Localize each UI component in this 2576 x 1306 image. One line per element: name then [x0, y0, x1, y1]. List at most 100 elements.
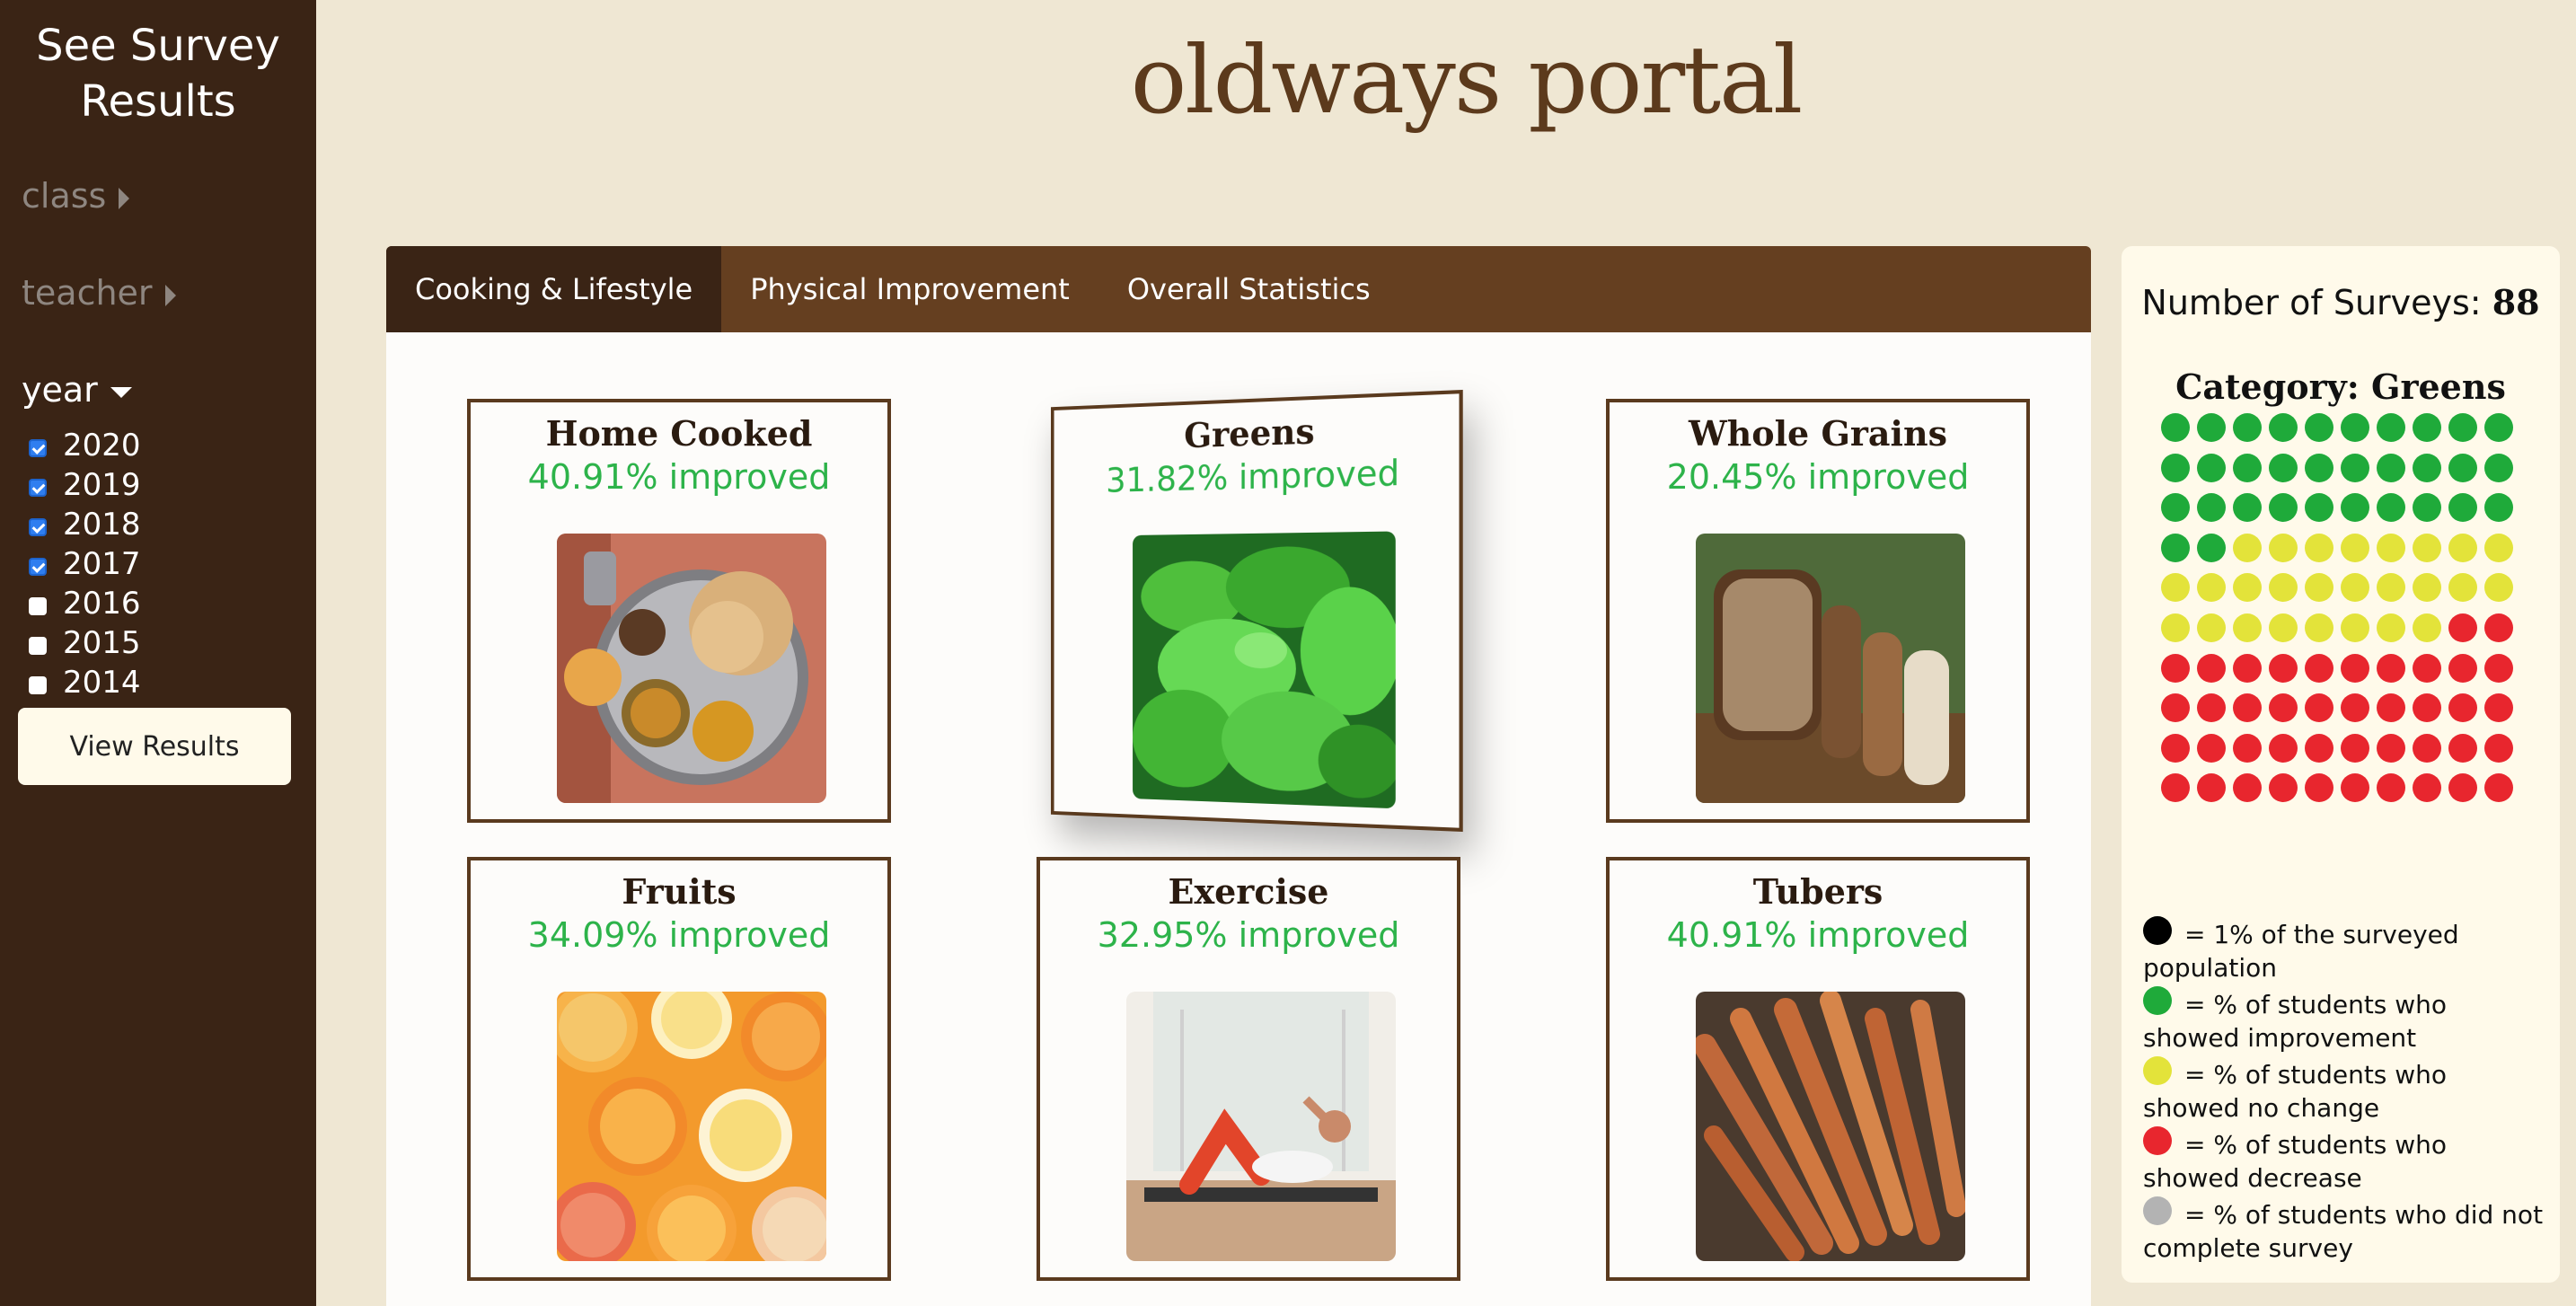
- dot-improved: [2269, 453, 2298, 482]
- carrots-photo: [1696, 992, 1965, 1261]
- dot-decrease: [2377, 733, 2405, 763]
- dot-no-change: [2269, 533, 2298, 562]
- tab-cooking-lifestyle[interactable]: Cooking & Lifestyle: [386, 246, 722, 332]
- checkbox-2014[interactable]: [29, 676, 47, 694]
- year-option-2018[interactable]: 2018: [29, 505, 141, 544]
- dot-improved: [2233, 453, 2262, 482]
- card-title: Home Cooked: [545, 413, 813, 454]
- card-whole-grains[interactable]: Whole Grains 20.45% improved: [1606, 399, 2030, 823]
- card-greens[interactable]: Greens 31.82% improved: [1050, 389, 1463, 833]
- year-option-2020[interactable]: 2020: [29, 426, 141, 465]
- year-filter[interactable]: year: [22, 370, 132, 410]
- dot-decrease: [2448, 613, 2477, 642]
- dot-decrease: [2269, 653, 2298, 683]
- card-improvement-stat: 40.91% improved: [1666, 915, 1970, 955]
- dot-no-change: [2233, 533, 2262, 562]
- checkbox-2019[interactable]: [29, 479, 47, 497]
- dot-decrease: [2197, 653, 2226, 683]
- year-option-2016[interactable]: 2016: [29, 584, 141, 623]
- dot-no-change: [2197, 613, 2226, 642]
- sidebar: See Survey Results class teacher year 20…: [0, 0, 316, 1306]
- dot-decrease: [2341, 733, 2369, 763]
- dot-decrease: [2161, 693, 2190, 723]
- legend-item: = % of students who showed improvement: [2143, 986, 2547, 1055]
- year-option-2015[interactable]: 2015: [29, 623, 141, 663]
- dot-no-change: [2341, 613, 2369, 642]
- dot-decrease: [2233, 653, 2262, 683]
- card-exercise[interactable]: Exercise 32.95% improved: [1037, 857, 1460, 1281]
- dot-no-change: [2341, 573, 2369, 603]
- dot-decrease: [2269, 693, 2298, 723]
- dot-decrease: [2161, 653, 2190, 683]
- dot-no-change: [2269, 613, 2298, 642]
- card-title: Fruits: [622, 871, 737, 912]
- dot-decrease: [2233, 773, 2262, 803]
- bread-photo: [1696, 534, 1965, 803]
- year-checkbox-list: 2020 2019 2018 2017 2016 2015 2014: [29, 426, 141, 702]
- dot-no-change: [2377, 533, 2405, 562]
- dot-decrease: [2484, 693, 2513, 723]
- class-filter[interactable]: class: [22, 176, 130, 216]
- dot-no-change: [2448, 573, 2477, 603]
- checkbox-2015[interactable]: [29, 637, 47, 655]
- year-option-2019[interactable]: 2019: [29, 465, 141, 505]
- dot-decrease: [2341, 653, 2369, 683]
- dot-decrease: [2448, 773, 2477, 803]
- dot-no-change: [2305, 573, 2333, 603]
- dot-decrease: [2413, 733, 2441, 763]
- dot-decrease: [2377, 653, 2405, 683]
- dot-decrease: [2269, 773, 2298, 803]
- dot-improved: [2448, 493, 2477, 523]
- checkbox-2016[interactable]: [29, 597, 47, 615]
- sidebar-title: See Survey Results: [36, 21, 280, 127]
- card-improvement-stat: 40.91% improved: [527, 457, 831, 497]
- dot-improved: [2413, 493, 2441, 523]
- survey-count: Number of Surveys: 88: [2122, 282, 2560, 322]
- teacher-filter[interactable]: teacher: [22, 273, 176, 313]
- card-tubers[interactable]: Tubers 40.91% improved: [1606, 857, 2030, 1281]
- legend-text: = % of students who did not complete sur…: [2143, 1200, 2544, 1263]
- dot-decrease: [2341, 773, 2369, 803]
- year-option-2017[interactable]: 2017: [29, 544, 141, 584]
- dot-decrease: [2233, 733, 2262, 763]
- dot-no-change: [2161, 613, 2190, 642]
- card-home-cooked[interactable]: Home Cooked 40.91% improved: [467, 399, 891, 823]
- dot-decrease: [2305, 653, 2333, 683]
- dot-improved: [2484, 493, 2513, 523]
- dot-decrease: [2269, 733, 2298, 763]
- card-improvement-stat: 32.95% improved: [1097, 915, 1400, 955]
- card-title: Greens: [1184, 410, 1315, 456]
- dot-improved: [2161, 533, 2190, 562]
- legend-item: = 1% of the surveyed population: [2143, 916, 2547, 984]
- legend-item: = % of students who showed no change: [2143, 1056, 2547, 1125]
- card-title: Exercise: [1168, 871, 1329, 912]
- dot-no-change: [2233, 613, 2262, 642]
- card-fruits[interactable]: Fruits 34.09% improved: [467, 857, 891, 1281]
- dot-decrease: [2305, 773, 2333, 803]
- dot-no-change: [2413, 573, 2441, 603]
- caret-right-icon: [119, 187, 130, 209]
- dot-improved: [2197, 493, 2226, 523]
- dot-improved: [2448, 413, 2477, 442]
- dot-improved: [2305, 413, 2333, 442]
- dot-decrease: [2484, 733, 2513, 763]
- checkbox-2020[interactable]: [29, 439, 47, 457]
- legend: = 1% of the surveyed population = % of st…: [2143, 916, 2547, 1266]
- dot-improved: [2305, 493, 2333, 523]
- dot-improved: [2197, 533, 2226, 562]
- dot-improved: [2269, 413, 2298, 442]
- checkbox-2018[interactable]: [29, 518, 47, 536]
- dot-decrease: [2233, 693, 2262, 723]
- dot-improved: [2233, 413, 2262, 442]
- tab-overall-statistics[interactable]: Overall Statistics: [1098, 246, 1399, 332]
- dot-improved: [2161, 493, 2190, 523]
- tab-physical-improvement[interactable]: Physical Improvement: [721, 246, 1098, 332]
- dot-no-change: [2448, 533, 2477, 562]
- view-results-button[interactable]: View Results: [18, 708, 291, 785]
- checkbox-2017[interactable]: [29, 558, 47, 576]
- dot-decrease: [2413, 773, 2441, 803]
- dot-no-change: [2305, 613, 2333, 642]
- year-option-2014[interactable]: 2014: [29, 663, 141, 702]
- dot-improved: [2269, 493, 2298, 523]
- dot-no-change: [2377, 573, 2405, 603]
